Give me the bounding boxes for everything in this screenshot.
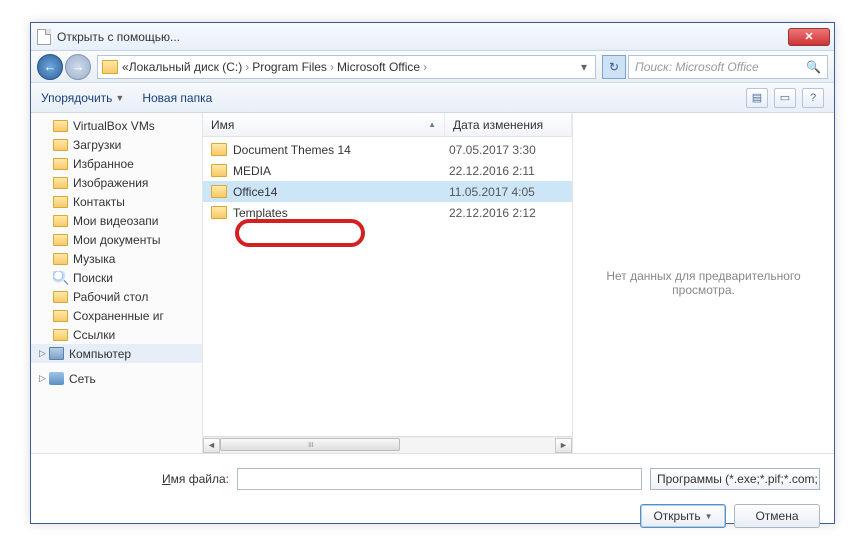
sidebar-item[interactable]: Избранное [31,154,202,173]
file-list-pane: Имя▲ Дата изменения Document Themes 1407… [203,113,573,453]
folder-icon [53,215,68,227]
sidebar-item[interactable]: Изображения [31,173,202,192]
breadcrumb-segment[interactable]: Program Files [252,60,327,74]
split-button-arrow-icon: ▼ [705,512,713,521]
column-headers: Имя▲ Дата изменения [203,113,572,137]
folder-icon [102,60,118,74]
sidebar: VirtualBox VMs Загрузки Избранное Изобра… [31,113,203,453]
list-item[interactable]: Office1411.05.2017 4:05 [203,181,572,202]
sidebar-item[interactable]: Музыка [31,249,202,268]
chevron-down-icon: ▼ [818,474,820,484]
breadcrumb-dropdown-icon[interactable]: ▾ [577,60,591,74]
help-button[interactable]: ? [802,88,824,108]
search-input[interactable]: Поиск: Microsoft Office 🔍 [628,55,828,79]
sidebar-item[interactable]: Контакты [31,192,202,211]
search-icon: 🔍 [806,60,821,74]
forward-button[interactable]: → [65,54,91,80]
breadcrumb-prefix: « [122,60,129,74]
titlebar: Открыть с помощью... ✕ [31,23,834,51]
folder-icon [211,185,227,198]
sidebar-item[interactable]: Рабочий стол [31,287,202,306]
new-folder-button[interactable]: Новая папка [142,91,212,105]
breadcrumb-segment[interactable]: Microsoft Office [337,60,420,74]
open-button[interactable]: Открыть▼ [640,504,726,528]
main-area: VirtualBox VMs Загрузки Избранное Изобра… [31,113,834,453]
view-mode-button[interactable]: ▤ [746,88,768,108]
chevron-down-icon: ▼ [115,93,124,103]
folder-icon [53,139,68,151]
folder-icon [53,291,68,303]
breadcrumb-sep: › [420,60,430,74]
scroll-track[interactable] [220,438,555,453]
folder-icon [211,164,227,177]
folder-icon [53,196,68,208]
sidebar-item[interactable]: Мои документы [31,230,202,249]
sort-asc-icon: ▲ [428,120,436,129]
search-placeholder: Поиск: Microsoft Office [635,60,759,74]
folder-icon [53,120,68,132]
breadcrumb[interactable]: « Локальный диск (C:) › Program Files › … [97,55,596,79]
scroll-thumb[interactable] [220,438,400,451]
computer-icon [49,347,64,360]
refresh-button[interactable]: ↻ [602,55,626,79]
folder-icon [211,143,227,156]
filename-input[interactable] [237,468,642,490]
breadcrumb-sep: › [327,60,337,74]
window-title: Открыть с помощью... [57,30,180,44]
folder-icon [53,253,68,265]
toolbar: Упорядочить▼ Новая папка ▤ ▭ ? [31,83,834,113]
close-button[interactable]: ✕ [788,28,830,46]
list-item[interactable]: Document Themes 1407.05.2017 3:30 [203,139,572,160]
file-type-filter[interactable]: Программы (*.exe;*.pif;*.com;▼ [650,468,820,490]
folder-icon [53,158,68,170]
expand-icon: ▷ [39,348,49,359]
preview-empty-text: Нет данных для предварительного просмотр… [593,269,814,297]
sidebar-item[interactable]: Загрузки [31,135,202,154]
folder-icon [53,329,68,341]
folder-icon [211,206,227,219]
navigation-bar: ← → « Локальный диск (C:) › Program File… [31,51,834,83]
list-item[interactable]: Templates22.12.2016 2:12 [203,202,572,223]
sidebar-item[interactable]: Сохраненные иг [31,306,202,325]
organize-menu[interactable]: Упорядочить▼ [41,91,124,105]
scroll-right-button[interactable]: ► [555,438,572,453]
sidebar-item[interactable]: Поиски [31,268,202,287]
list-item[interactable]: MEDIA22.12.2016 2:11 [203,160,572,181]
breadcrumb-segment[interactable]: Локальный диск (C:) [129,60,243,74]
folder-icon [53,234,68,246]
filename-label: Имя файла: [45,472,229,486]
sidebar-network[interactable]: ▷Сеть [31,369,202,388]
horizontal-scrollbar[interactable]: ◄ ► [203,436,572,453]
preview-pane-button[interactable]: ▭ [774,88,796,108]
breadcrumb-sep: › [242,60,252,74]
back-button[interactable]: ← [37,54,63,80]
column-date[interactable]: Дата изменения [445,113,572,136]
cancel-button[interactable]: Отмена [734,504,820,528]
sidebar-item[interactable]: Мои видеозапи [31,211,202,230]
scroll-left-button[interactable]: ◄ [203,438,220,453]
folder-icon [53,310,68,322]
expand-icon: ▷ [39,373,49,384]
sidebar-computer[interactable]: ▷Компьютер [31,344,202,363]
open-with-dialog: Открыть с помощью... ✕ ← → « Локальный д… [30,22,835,524]
network-icon [49,372,64,385]
search-folder-icon [53,271,68,284]
sidebar-item[interactable]: VirtualBox VMs [31,116,202,135]
folder-icon [53,177,68,189]
sidebar-item[interactable]: Ссылки [31,325,202,344]
column-name[interactable]: Имя▲ [203,113,445,136]
bottom-panel: Имя файла: Программы (*.exe;*.pif;*.com;… [31,453,834,538]
file-list: Document Themes 1407.05.2017 3:30 MEDIA2… [203,137,572,436]
document-icon [37,29,51,45]
preview-pane: Нет данных для предварительного просмотр… [573,113,834,453]
